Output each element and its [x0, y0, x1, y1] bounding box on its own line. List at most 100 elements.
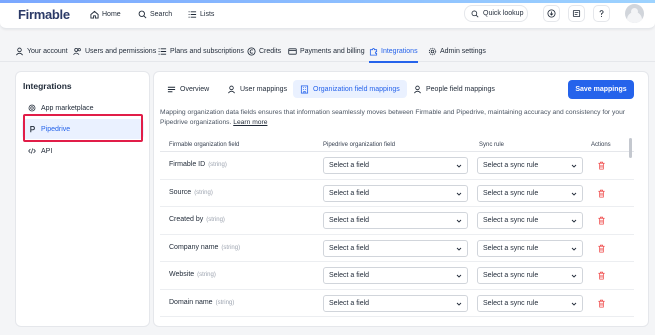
download-icon [547, 9, 556, 18]
search-icon [471, 10, 479, 17]
sync-rule-select[interactable]: Select a sync rule [477, 239, 583, 257]
tab-your-account[interactable]: Your account [15, 45, 68, 58]
field-type: (string) [194, 189, 213, 196]
chevron-down-icon [456, 192, 462, 196]
list-icon [158, 48, 167, 55]
sync-rule-select[interactable]: Select a sync rule [477, 184, 583, 202]
account-settings-tabs: Your account Users and permissions Plans… [0, 41, 655, 63]
subtab-label: Organization field mappings [313, 85, 400, 93]
pipedrive-field-select[interactable]: Select a field [323, 157, 468, 174]
firmable-field-name: Company name (string) [169, 244, 240, 251]
tab-users-and-permissions[interactable]: Users and permissions [73, 45, 156, 58]
user-icon [228, 85, 235, 93]
select-value: Select a sync rule [483, 299, 539, 307]
nav-lists[interactable]: Lists [188, 7, 214, 21]
field-label: Created by [169, 216, 204, 223]
subtab-organization-field-mappings[interactable]: Organization field mappings [293, 80, 407, 98]
users-icon [73, 47, 81, 55]
trash-icon[interactable] [597, 244, 606, 253]
chevron-down-icon [571, 164, 577, 168]
sync-rule-select[interactable]: Select a sync rule [477, 267, 583, 284]
field-type: (string) [208, 162, 227, 168]
trash-icon[interactable] [597, 189, 606, 198]
firmable-field-name: Website (string) [169, 271, 216, 278]
table-row: Created by (string) Select a field Select… [160, 207, 634, 235]
tab-label: Credits [259, 48, 282, 55]
download-button[interactable] [543, 5, 560, 22]
sync-rule-select[interactable]: Select a sync rule [477, 294, 583, 312]
nav-search[interactable]: Search [138, 7, 172, 21]
puzzle-icon [369, 47, 378, 56]
table-row: Website (string) Select a field Select a … [160, 262, 634, 290]
column-header: Actions [591, 142, 611, 148]
table-row: Company name (string) Select a field Sele… [160, 235, 634, 262]
table-row: Source (string) Select a field Select a s… [160, 180, 634, 207]
help-button[interactable] [593, 5, 610, 22]
home-icon [90, 10, 99, 19]
top-navigation-bar: Firmable Home Search Lists Quick lookup [0, 0, 655, 29]
pipedrive-field-select[interactable]: Select a field [323, 212, 468, 229]
sidebar-item-label: App marketplace [41, 104, 94, 112]
nav-search-label: Search [150, 10, 173, 18]
tab-label: Your account [27, 48, 68, 55]
sync-rule-select[interactable]: Select a sync rule [477, 157, 583, 174]
credits-icon [247, 47, 256, 56]
chevron-down-icon [456, 219, 462, 223]
subtab-overview[interactable]: Overview [160, 80, 216, 98]
trash-icon[interactable] [597, 299, 606, 308]
avatar[interactable] [625, 4, 644, 23]
tab-payments-and-billing[interactable]: Payments and billing [288, 45, 365, 58]
pipedrive-field-select[interactable]: Select a field [323, 267, 468, 284]
trash-icon[interactable] [597, 271, 606, 280]
learn-more-link[interactable]: Learn more [233, 119, 267, 126]
tab-label: Users and permissions [85, 48, 157, 55]
subtab-label: Overview [180, 85, 210, 93]
tab-label: Integrations [381, 48, 418, 55]
integrations-sidebar: Integrations App marketplace Pipedrive A… [15, 71, 150, 327]
credits-icon [572, 9, 581, 18]
chevron-down-icon [571, 247, 577, 251]
sync-rule-select[interactable]: Select a sync rule [477, 212, 583, 229]
sidebar-item-api[interactable]: API [22, 141, 144, 161]
field-label: Company name [169, 243, 219, 251]
code-icon [28, 148, 36, 154]
tab-admin-settings[interactable]: Admin settings [428, 45, 486, 58]
select-value: Select a field [329, 299, 370, 307]
chevron-down-icon [571, 302, 577, 306]
user-icon [16, 47, 23, 56]
pipedrive-field-select[interactable]: Select a field [323, 294, 468, 312]
subtab-user-mappings[interactable]: User mappings [220, 80, 294, 98]
chevron-down-icon [456, 274, 462, 278]
pipedrive-field-select[interactable]: Select a field [323, 239, 468, 257]
pipedrive-field-select[interactable]: Select a field [323, 184, 468, 202]
select-value: Select a field [329, 162, 370, 169]
trash-icon[interactable] [597, 161, 606, 170]
sidebar-item-label: API [41, 147, 53, 155]
table-row: Domain name (string) Select a field Selec… [160, 290, 634, 317]
list-icon [188, 10, 197, 18]
gear-icon [428, 47, 437, 56]
quick-lookup-button[interactable]: Quick lookup [464, 5, 528, 22]
tab-integrations[interactable]: Integrations [369, 45, 418, 63]
select-value: Select a field [329, 217, 370, 224]
save-mappings-button[interactable]: Save mappings [568, 80, 634, 99]
select-value: Select a sync rule [483, 189, 539, 197]
select-value: Select a field [329, 272, 370, 279]
chevron-down-icon [571, 219, 577, 223]
tab-plans-and-subscriptions[interactable]: Plans and subscriptions [158, 45, 244, 58]
description-body: Mapping organization data fields ensures… [160, 109, 626, 126]
firmable-logo[interactable]: Firmable [18, 7, 70, 22]
chevron-down-icon [456, 247, 462, 251]
column-header: Sync rule [479, 142, 505, 148]
brand-strip [0, 0, 655, 3]
search-icon [138, 10, 147, 18]
table-scrollbar[interactable] [629, 138, 632, 158]
subtab-people-field-mappings[interactable]: People field mappings [406, 80, 502, 98]
column-header: Firmable organization field [169, 142, 240, 148]
nav-home[interactable]: Home [90, 7, 121, 21]
nav-lists-label: Lists [200, 10, 215, 18]
tab-credits[interactable]: Credits [247, 45, 281, 58]
trash-icon[interactable] [597, 216, 606, 225]
credits-button[interactable] [568, 5, 585, 22]
firmable-field-name: Firmable ID (string) [169, 161, 227, 168]
